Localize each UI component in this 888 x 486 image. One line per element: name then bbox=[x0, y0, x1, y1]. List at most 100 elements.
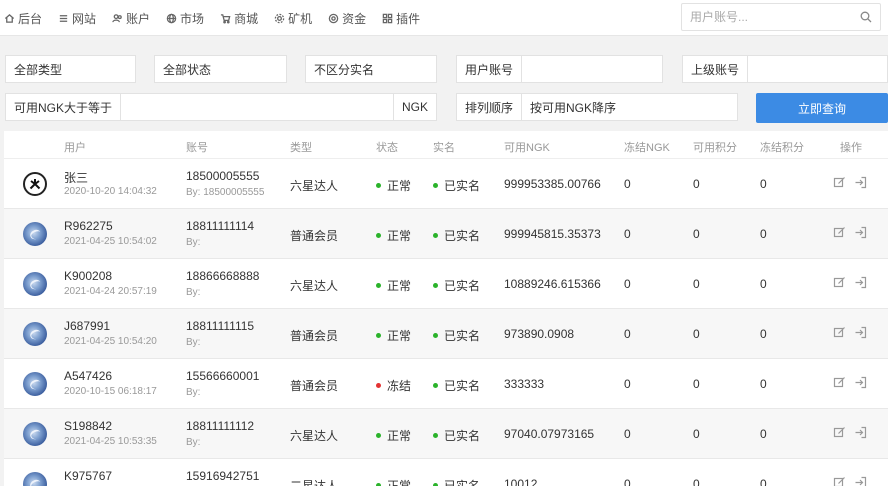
user-type: 普通会员 bbox=[290, 329, 339, 343]
avatar bbox=[23, 222, 47, 246]
parent-account-input[interactable] bbox=[748, 56, 887, 82]
status-select[interactable]: 全部状态 bbox=[154, 55, 287, 83]
user-account-filter: 用户账号 bbox=[456, 55, 663, 83]
nav-item-7[interactable]: 插件 bbox=[382, 10, 420, 27]
filter-panel: 全部类型 全部状态 不区分实名 用户账号 上级账号 可用NGK大于等于 NGK … bbox=[0, 37, 888, 129]
table-row[interactable]: A547426 2020-10-15 06:18:17 15566660001 By:… bbox=[4, 359, 888, 409]
coin-icon bbox=[328, 13, 339, 23]
user-name[interactable]: K975767 bbox=[64, 469, 112, 483]
account-by: By: 18500005555 bbox=[186, 187, 265, 198]
ngk-filter-input[interactable] bbox=[121, 94, 393, 120]
account-number: 15566660001 bbox=[186, 369, 260, 383]
realname-dot bbox=[433, 283, 438, 289]
login-icon[interactable] bbox=[854, 226, 868, 240]
user-type: 六星达人 bbox=[290, 279, 339, 293]
login-icon[interactable] bbox=[854, 326, 868, 340]
user-name[interactable]: 张三 bbox=[64, 169, 88, 186]
status-text: 正常 bbox=[387, 429, 412, 443]
nav-item-2[interactable]: 账户 bbox=[112, 10, 150, 27]
globe-icon bbox=[166, 13, 177, 23]
header-realname: 实名 bbox=[433, 142, 455, 154]
user-account-label: 用户账号 bbox=[457, 56, 523, 82]
user-name[interactable]: R962275 bbox=[64, 219, 113, 233]
edit-icon[interactable] bbox=[833, 276, 847, 290]
nav-item-6[interactable]: 资金 bbox=[328, 10, 366, 27]
edit-icon[interactable] bbox=[833, 326, 847, 340]
edit-icon[interactable] bbox=[833, 376, 847, 390]
account-number: 18811111114 bbox=[186, 219, 255, 233]
table-row[interactable]: K975767 15916942751 二星达人 正常 已实名 10012 0 0 0 bbox=[4, 459, 888, 486]
search-input[interactable] bbox=[682, 4, 852, 30]
realname-dot bbox=[433, 333, 438, 339]
login-icon[interactable] bbox=[854, 376, 868, 390]
header-account: 账号 bbox=[186, 142, 208, 154]
login-icon[interactable] bbox=[854, 176, 868, 190]
parent-account-label: 上级账号 bbox=[683, 56, 749, 82]
table-row[interactable]: J687991 2021-04-25 10:54:20 18811111115 By:… bbox=[4, 309, 888, 359]
sort-select[interactable]: 按可用NGK降序 bbox=[522, 99, 616, 116]
user-type: 普通会员 bbox=[290, 379, 339, 393]
parent-account-filter: 上级账号 bbox=[682, 55, 888, 83]
user-type: 二星达人 bbox=[290, 479, 339, 486]
edit-icon[interactable] bbox=[833, 226, 847, 240]
avatar bbox=[23, 272, 47, 296]
nav-item-label: 后台 bbox=[18, 11, 43, 26]
ngk-value: 333333 bbox=[504, 377, 545, 391]
edit-icon[interactable] bbox=[833, 176, 847, 190]
status-dot bbox=[376, 283, 381, 289]
frozen-points-value: 0 bbox=[760, 477, 767, 486]
header-status: 状态 bbox=[376, 142, 398, 154]
user-type: 六星达人 bbox=[290, 429, 339, 443]
status-badge: 冻结 bbox=[376, 377, 411, 394]
ngk-filter-label: 可用NGK大于等于 bbox=[6, 94, 122, 120]
table-row[interactable]: 张三 2020-10-20 14:04:32 18500005555 By: 1850… bbox=[4, 159, 888, 209]
table-row[interactable]: K900208 2021-04-24 20:57:19 18866668888 By:… bbox=[4, 259, 888, 309]
nav-item-4[interactable]: 商城 bbox=[220, 10, 258, 27]
user-account-input[interactable] bbox=[522, 56, 662, 82]
status-dot bbox=[376, 183, 381, 189]
ngk-value: 999945815.35373 bbox=[504, 227, 601, 241]
avatar bbox=[23, 172, 47, 196]
search-icon[interactable] bbox=[860, 11, 872, 23]
realname-select[interactable]: 不区分实名 bbox=[305, 55, 437, 83]
frozen-ngk-value: 0 bbox=[624, 377, 631, 391]
points-value: 0 bbox=[693, 227, 700, 241]
query-button[interactable]: 立即查询 bbox=[756, 93, 888, 123]
user-table: 用户 账号 类型 状态 实名 可用NGK 冻结NGK 可用积分 冻结积分 操作 … bbox=[4, 131, 888, 486]
points-value: 0 bbox=[693, 277, 700, 291]
frozen-ngk-value: 0 bbox=[624, 477, 631, 486]
nav-item-0[interactable]: 后台 bbox=[4, 10, 42, 27]
login-icon[interactable] bbox=[854, 276, 868, 290]
user-date: 2021-04-25 10:54:02 bbox=[64, 236, 157, 247]
list-icon bbox=[59, 14, 68, 22]
avatar bbox=[23, 422, 47, 446]
status-dot bbox=[376, 433, 381, 439]
nav-item-3[interactable]: 市场 bbox=[166, 10, 204, 27]
edit-icon[interactable] bbox=[833, 426, 847, 440]
points-value: 0 bbox=[693, 327, 700, 341]
user-name[interactable]: K900208 bbox=[64, 269, 112, 283]
login-icon[interactable] bbox=[854, 476, 868, 486]
nav-item-1[interactable]: 网站 bbox=[58, 10, 96, 27]
type-select[interactable]: 全部类型 bbox=[5, 55, 136, 83]
frozen-points-value: 0 bbox=[760, 177, 767, 191]
user-name[interactable]: A547426 bbox=[64, 369, 112, 383]
search-box bbox=[681, 3, 881, 31]
user-name[interactable]: S198842 bbox=[64, 419, 112, 433]
account-number: 15916942751 bbox=[186, 469, 260, 483]
top-bar: 后台 网站 账户 市场 商城 矿机 资金 插件 bbox=[0, 0, 888, 36]
frozen-ngk-value: 0 bbox=[624, 227, 631, 241]
nav-item-5[interactable]: 矿机 bbox=[274, 10, 312, 27]
login-icon[interactable] bbox=[854, 426, 868, 440]
table-row[interactable]: S198842 2021-04-25 10:53:35 18811111112 By:… bbox=[4, 409, 888, 459]
table-row[interactable]: R962275 2021-04-25 10:54:02 18811111114 By:… bbox=[4, 209, 888, 259]
user-type: 六星达人 bbox=[290, 179, 339, 193]
realname-badge: 已实名 bbox=[433, 427, 480, 444]
type-select-value: 全部类型 bbox=[14, 62, 63, 77]
realname-text: 已实名 bbox=[444, 279, 481, 293]
user-name[interactable]: J687991 bbox=[64, 319, 110, 333]
nav-item-label: 网站 bbox=[72, 11, 97, 26]
user-date: 2020-10-15 06:18:17 bbox=[64, 386, 157, 397]
header-points: 可用积分 bbox=[693, 142, 737, 154]
edit-icon[interactable] bbox=[833, 476, 847, 486]
